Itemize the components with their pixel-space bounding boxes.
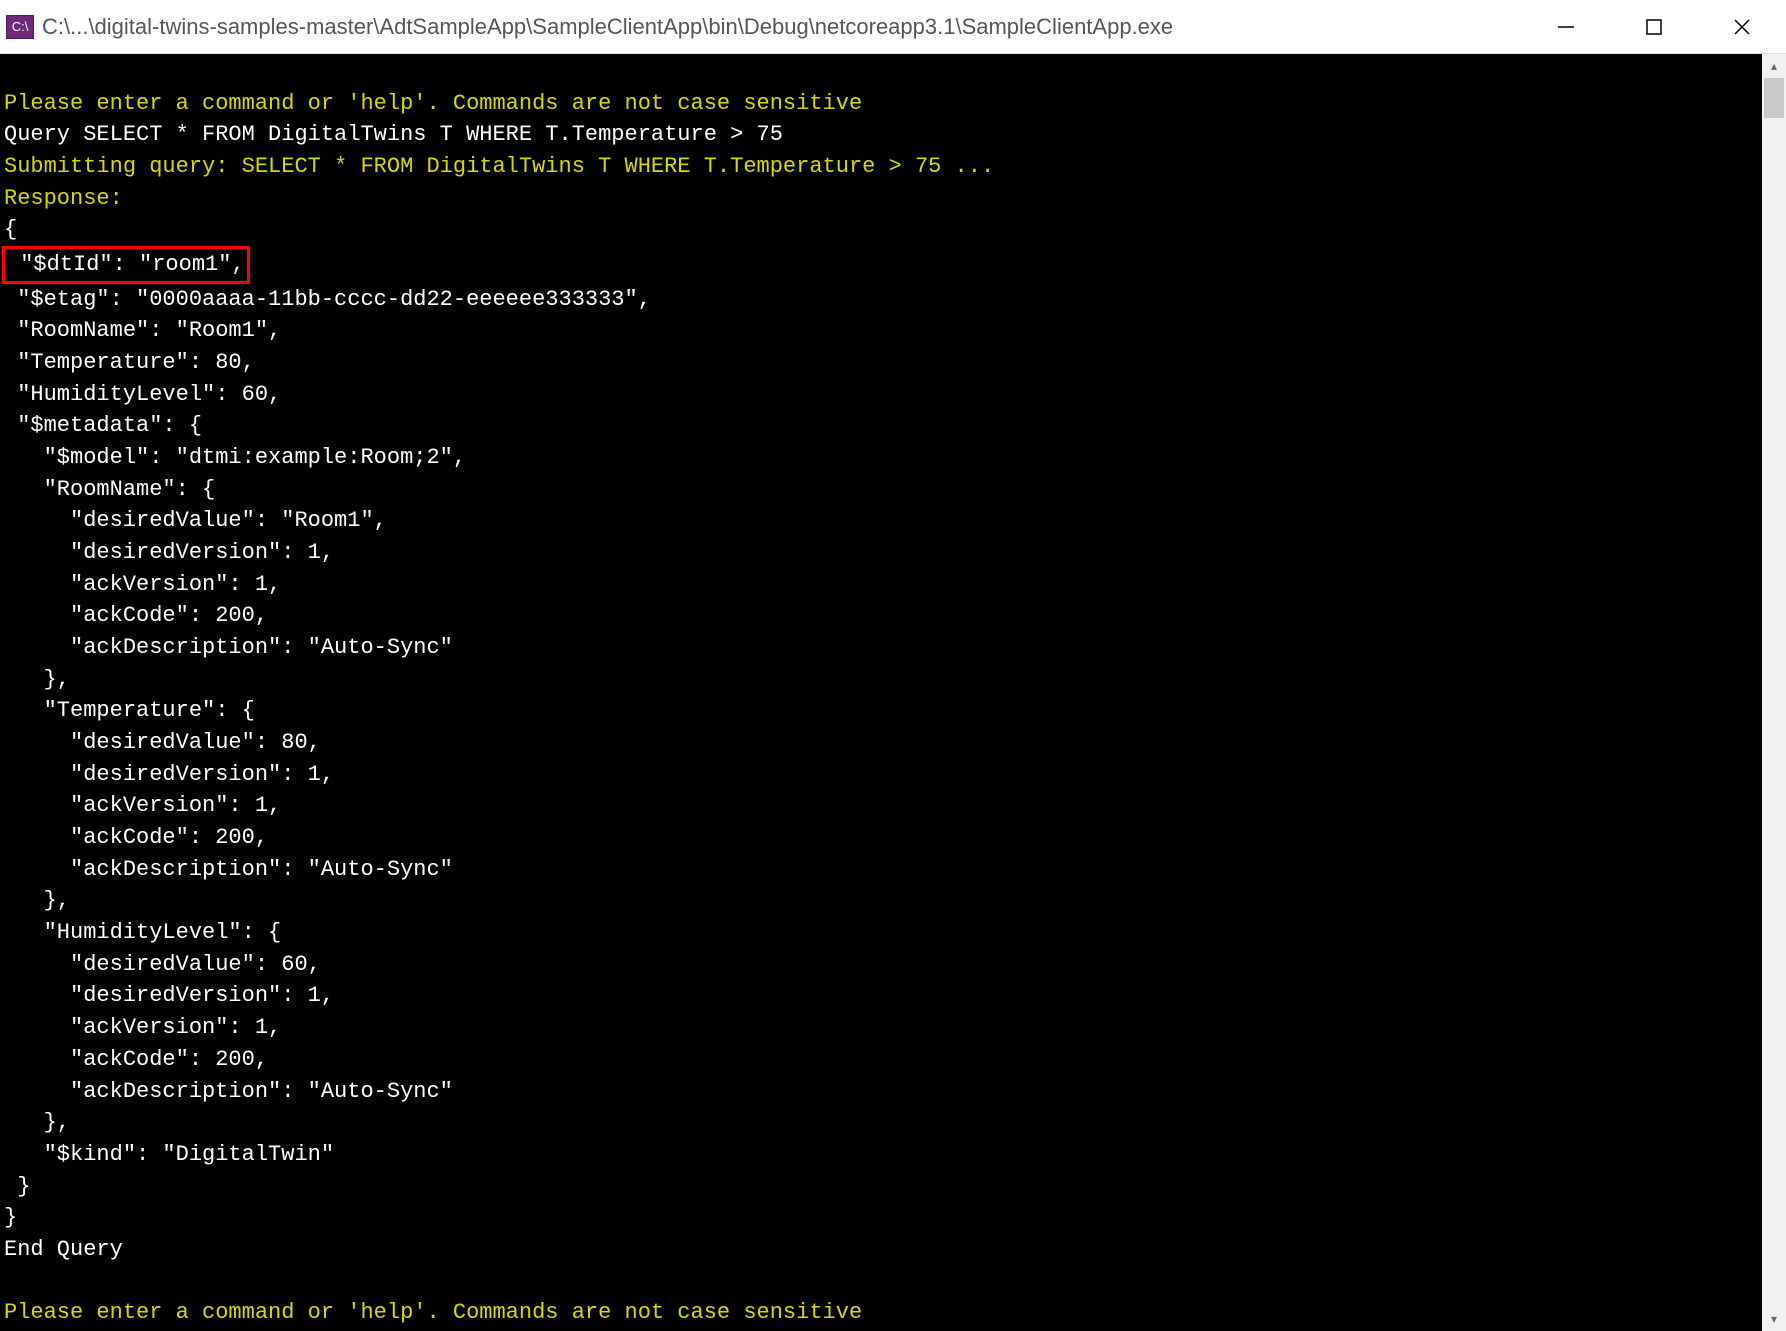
vertical-scrollbar[interactable]: ▴ ▾ xyxy=(1762,54,1786,1331)
window-controls xyxy=(1522,0,1786,53)
console-response-label: Response: xyxy=(4,186,123,211)
scroll-track[interactable] xyxy=(1762,78,1786,1307)
maximize-icon xyxy=(1645,18,1663,36)
scroll-up-arrow-icon[interactable]: ▴ xyxy=(1762,54,1786,78)
window-title: C:\...\digital-twins-samples-master\AdtS… xyxy=(42,14,1522,40)
close-icon xyxy=(1733,18,1751,36)
scroll-down-arrow-icon[interactable]: ▾ xyxy=(1762,1307,1786,1331)
console-json-body: "$etag": "0000aaaa-11bb-cccc-dd22-eeeeee… xyxy=(4,287,651,1230)
console-query: Query SELECT * FROM DigitalTwins T WHERE… xyxy=(4,122,783,147)
titlebar[interactable]: C:\ C:\...\digital-twins-samples-master\… xyxy=(0,0,1786,54)
console-end-query: End Query xyxy=(4,1237,123,1262)
app-icon: C:\ xyxy=(6,15,34,39)
highlighted-dtid: "$dtId": "room1", xyxy=(2,246,250,284)
console-line: { xyxy=(4,217,17,242)
console-prompt: Please enter a command or 'help'. Comman… xyxy=(4,1300,862,1325)
console-submitting: Submitting query: SELECT * FROM DigitalT… xyxy=(4,154,994,179)
minimize-button[interactable] xyxy=(1522,0,1610,53)
minimize-icon xyxy=(1557,18,1575,36)
terminal-output[interactable]: Please enter a command or 'help'. Comman… xyxy=(0,54,1762,1331)
console-prompt: Please enter a command or 'help'. Comman… xyxy=(4,91,862,116)
maximize-button[interactable] xyxy=(1610,0,1698,53)
close-button[interactable] xyxy=(1698,0,1786,53)
scroll-thumb[interactable] xyxy=(1764,78,1784,118)
